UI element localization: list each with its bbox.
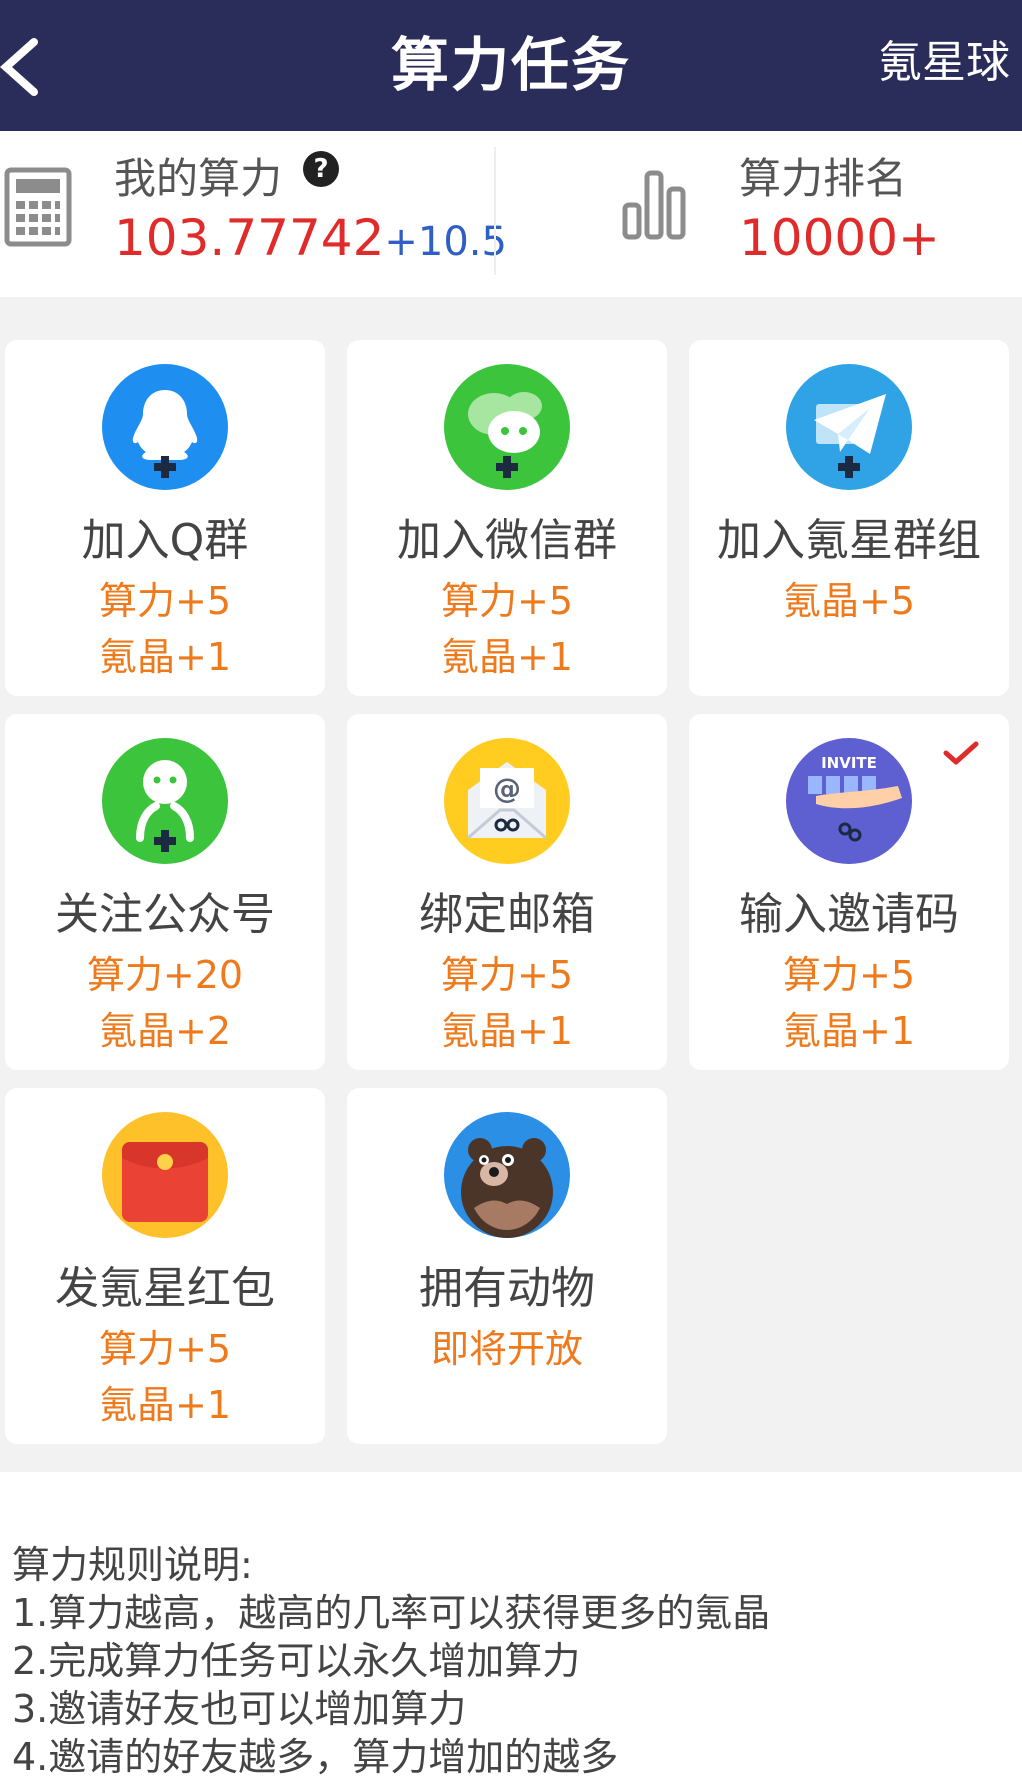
task-reward-crystal: 氪晶+5 bbox=[782, 579, 916, 623]
wechat-group-icon bbox=[444, 364, 570, 490]
task-reward-crystal: 氪晶+1 bbox=[440, 1009, 574, 1053]
bear-icon bbox=[444, 1112, 570, 1238]
task-card-join-wechat[interactable]: 加入微信群 算力+5 氪晶+1 bbox=[347, 340, 667, 696]
task-reward-crystal: 氪晶+1 bbox=[98, 635, 232, 679]
task-reward-crystal: 氪晶+1 bbox=[440, 635, 574, 679]
power-increase: +10.5 bbox=[384, 219, 507, 265]
stats-panel: 我的算力 ? 103.77742+10.5 算力排名 10000+ bbox=[0, 131, 1022, 297]
task-name: 输入邀请码 bbox=[739, 889, 959, 940]
task-reward-power: 算力+20 bbox=[86, 953, 244, 997]
power-rank-section[interactable]: 算力排名 10000+ bbox=[497, 131, 1022, 297]
completed-check-icon bbox=[943, 741, 979, 765]
task-reward-power: 算力+5 bbox=[98, 1327, 232, 1371]
telegram-icon bbox=[786, 364, 912, 490]
rules-title: 算力规则说明: bbox=[12, 1543, 253, 1587]
rules-section: 算力规则说明: 1.算力越高，越高的几率可以获得更多的氪晶 2.完成算力任务可以… bbox=[0, 1472, 1022, 1780]
svg-text:INVITE: INVITE bbox=[821, 754, 877, 772]
task-reward-crystal: 氪晶+1 bbox=[98, 1383, 232, 1427]
rank-label: 算力排名 bbox=[739, 154, 908, 203]
my-power-section: 我的算力 ? 103.77742+10.5 bbox=[0, 131, 507, 297]
task-reward-power: 算力+5 bbox=[782, 953, 916, 997]
task-card-red-envelope[interactable]: 发氪星红包 算力+5 氪晶+1 bbox=[5, 1088, 325, 1444]
bar-chart-icon bbox=[622, 170, 686, 240]
page-title: 算力任务 bbox=[390, 31, 631, 99]
calculator-icon bbox=[4, 167, 72, 247]
task-name: 发氪星红包 bbox=[55, 1263, 275, 1314]
rank-value: 10000+ bbox=[739, 209, 940, 267]
qq-group-icon bbox=[102, 364, 228, 490]
app-header: 算力任务 氪星球 bbox=[0, 0, 1022, 131]
task-reward-crystal: 氪晶+1 bbox=[782, 1009, 916, 1053]
task-card-join-group[interactable]: 加入氪星群组 氪晶+5 bbox=[689, 340, 1009, 696]
task-reward-crystal: 氪晶+2 bbox=[98, 1009, 232, 1053]
task-name: 加入Q群 bbox=[81, 515, 249, 566]
rule-item: 4.邀请的好友越多，算力增加的越多 bbox=[12, 1735, 619, 1779]
help-icon[interactable]: ? bbox=[303, 151, 339, 187]
task-card-own-animal[interactable]: 拥有动物 即将开放 bbox=[347, 1088, 667, 1444]
wechat-official-icon bbox=[102, 738, 228, 864]
task-name: 拥有动物 bbox=[419, 1263, 595, 1314]
red-envelope-icon bbox=[102, 1112, 228, 1238]
task-name: 加入氪星群组 bbox=[717, 515, 981, 566]
task-name: 加入微信群 bbox=[397, 515, 617, 566]
task-name: 绑定邮箱 bbox=[419, 889, 595, 940]
task-card-join-qq[interactable]: 加入Q群 算力+5 氪晶+1 bbox=[5, 340, 325, 696]
task-grid: 加入Q群 算力+5 氪晶+1 加入微信群 算力+5 氪晶+1 加入氪星群组 氪晶… bbox=[0, 297, 1022, 1472]
power-number: 103.77742 bbox=[114, 209, 385, 267]
task-card-follow-official[interactable]: 关注公众号 算力+20 氪晶+2 bbox=[5, 714, 325, 1070]
brand-link[interactable]: 氪星球 bbox=[878, 26, 1010, 90]
my-power-value: 103.77742+10.5 bbox=[114, 209, 507, 267]
rule-item: 1.算力越高，越高的几率可以获得更多的氪晶 bbox=[12, 1591, 771, 1635]
invite-icon: INVITE bbox=[786, 738, 912, 864]
rule-item: 2.完成算力任务可以永久增加算力 bbox=[12, 1639, 581, 1683]
task-reward-power: 算力+5 bbox=[440, 953, 574, 997]
my-power-label: 我的算力 bbox=[114, 154, 283, 203]
task-card-bind-email[interactable]: @ 绑定邮箱 算力+5 氪晶+1 bbox=[347, 714, 667, 1070]
task-reward-power: 算力+5 bbox=[440, 579, 574, 623]
task-reward-power: 算力+5 bbox=[98, 579, 232, 623]
task-card-enter-invite[interactable]: INVITE 输入邀请码 算力+5 氪晶+1 bbox=[689, 714, 1009, 1070]
task-coming-soon: 即将开放 bbox=[430, 1327, 583, 1371]
svg-text:@: @ bbox=[493, 772, 521, 805]
rule-item: 3.邀请好友也可以增加算力 bbox=[12, 1687, 467, 1731]
stats-divider bbox=[494, 147, 496, 275]
email-icon: @ bbox=[444, 738, 570, 864]
task-name: 关注公众号 bbox=[55, 889, 275, 940]
